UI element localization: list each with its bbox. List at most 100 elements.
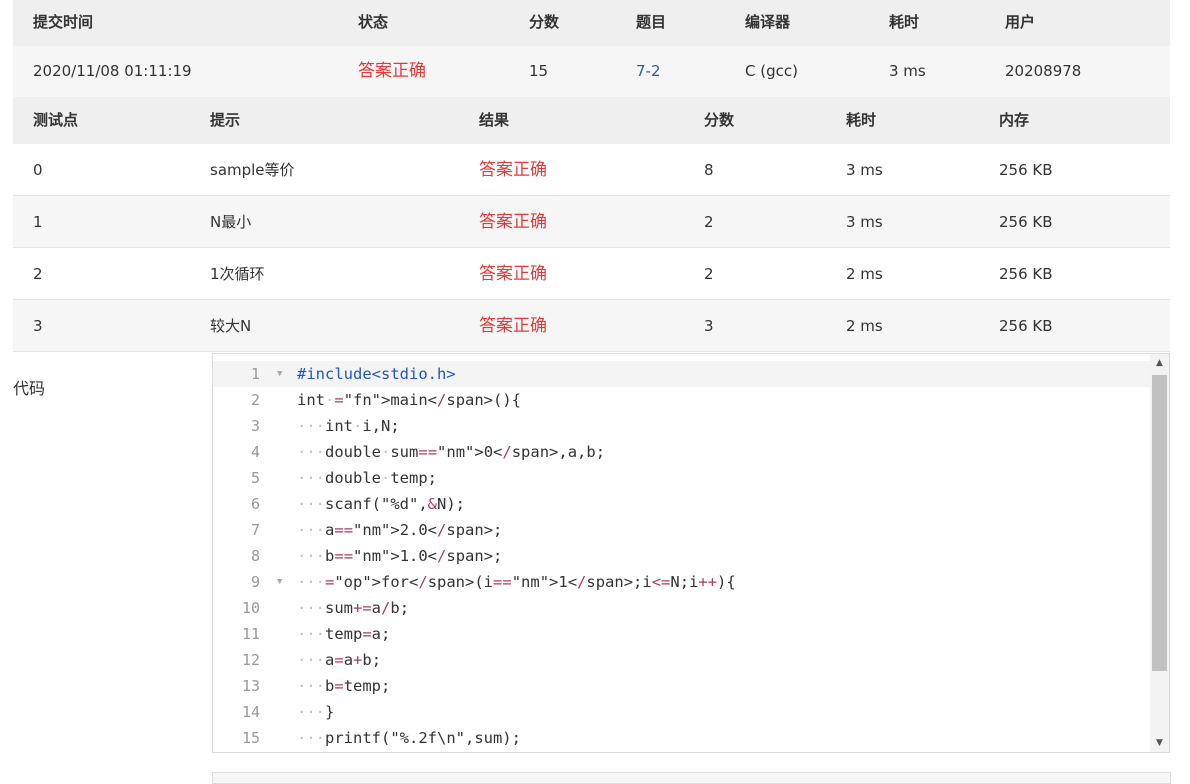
header-status: 状态 — [358, 13, 389, 31]
header-score: 分数 — [529, 13, 560, 31]
line-number: 14 — [241, 703, 260, 721]
header-result: 结果 — [479, 111, 510, 129]
code-text: ···temp=a; — [297, 625, 391, 643]
line-number: 1 — [250, 365, 260, 383]
line-number: 9 — [250, 573, 260, 591]
line-number: 12 — [241, 651, 260, 669]
line-number: 13 — [241, 677, 260, 695]
header-problem: 题目 — [636, 13, 667, 31]
code-line[interactable]: 2 int·="fn">main</span>(){ — [213, 387, 1150, 413]
code-text: ···double·temp; — [297, 469, 438, 487]
line-number: 10 — [241, 599, 260, 617]
header-compiler: 编译器 — [745, 13, 791, 31]
test-id: 3 — [33, 317, 43, 335]
test-result: 答案正确 — [479, 212, 547, 232]
test-hint: 1次循环 — [210, 265, 265, 283]
test-time: 3 ms — [846, 161, 883, 179]
header-hint: 提示 — [210, 111, 241, 129]
code-label: 代码 — [13, 379, 46, 398]
test-score: 2 — [704, 213, 714, 231]
line-number: 15 — [241, 729, 260, 747]
code-line[interactable]: 11 ···temp=a; — [213, 621, 1150, 647]
table-row: 3 较大N 答案正确 3 2 ms 256 KB — [13, 300, 1170, 352]
code-line[interactable]: 3 ···int·i,N; — [213, 413, 1150, 439]
code-text: int·="fn">main</span>(){ — [297, 391, 522, 409]
code-text: ···} — [297, 703, 335, 721]
code-text: ···int·i,N; — [297, 417, 400, 435]
line-number: 2 — [250, 391, 260, 409]
code-line[interactable]: 5 ···double·temp; — [213, 465, 1150, 491]
submission-header-row: 提交时间 状态 分数 题目 编译器 耗时 用户 — [13, 0, 1170, 47]
test-score: 3 — [704, 317, 714, 335]
line-number: 6 — [250, 495, 260, 513]
code-text: ···b=="nm">1.0</span>; — [297, 547, 503, 565]
line-number: 7 — [250, 521, 260, 539]
header-user: 用户 — [1005, 13, 1036, 31]
fold-arrow-icon[interactable]: ▼ — [277, 361, 282, 387]
code-line[interactable]: 14 ···} — [213, 699, 1150, 725]
submit-time: 2020/11/08 01:11:19 — [33, 62, 192, 80]
header-memory: 内存 — [999, 111, 1030, 129]
test-hint: sample等价 — [210, 161, 295, 179]
code-line[interactable]: 4 ···double·sum=="nm">0</span>,a,b; — [213, 439, 1150, 465]
test-time: 2 ms — [846, 317, 883, 335]
code-text: ···sum+=a/b; — [297, 599, 410, 617]
next-panel-edge — [212, 772, 1171, 784]
header-test-time: 耗时 — [846, 111, 877, 129]
submission-row: 2020/11/08 01:11:19 答案正确 15 7-2 C (gcc) … — [13, 46, 1170, 98]
table-row: 2 1次循环 答案正确 2 2 ms 256 KB — [13, 248, 1170, 300]
code-line[interactable]: 15 ···printf("%.2f\n",sum); — [213, 725, 1150, 751]
line-number: 3 — [250, 417, 260, 435]
line-number: 11 — [241, 625, 260, 643]
test-time: 2 ms — [846, 265, 883, 283]
test-memory: 256 KB — [999, 213, 1053, 231]
code-text: #include<stdio.h> — [297, 365, 456, 383]
test-score: 2 — [704, 265, 714, 283]
line-number: 5 — [250, 469, 260, 487]
table-row: 0 sample等价 答案正确 8 3 ms 256 KB — [13, 144, 1170, 196]
fold-arrow-icon[interactable]: ▼ — [277, 569, 282, 595]
status-badge: 答案正确 — [358, 61, 426, 81]
test-memory: 256 KB — [999, 265, 1053, 283]
code-line[interactable]: 12 ···a=a+b; — [213, 647, 1150, 673]
score: 15 — [529, 62, 549, 80]
test-result: 答案正确 — [479, 264, 547, 284]
scroll-down-icon[interactable]: ▼ — [1150, 738, 1169, 748]
scroll-up-icon[interactable]: ▲ — [1150, 358, 1169, 368]
code-line[interactable]: 13 ···b=temp; — [213, 673, 1150, 699]
test-result: 答案正确 — [479, 316, 547, 336]
test-result: 答案正确 — [479, 160, 547, 180]
code-editor[interactable]: 1 ▼ #include<stdio.h> 2 int·="fn">main</span… — [212, 353, 1170, 753]
code-text: ···a=a+b; — [297, 651, 382, 669]
code-line[interactable]: 7 ···a=="nm">2.0</span>; — [213, 517, 1150, 543]
user-id: 20208978 — [1005, 62, 1082, 80]
test-memory: 256 KB — [999, 161, 1053, 179]
code-line[interactable]: 6 ···scanf("%d",&N); — [213, 491, 1150, 517]
header-submit-time: 提交时间 — [33, 13, 94, 31]
code-line[interactable]: 8 ···b=="nm">1.0</span>; — [213, 543, 1150, 569]
code-line[interactable]: 1 ▼ #include<stdio.h> — [213, 361, 1150, 387]
code-text: ···a=="nm">2.0</span>; — [297, 521, 503, 539]
test-score: 8 — [704, 161, 714, 179]
test-id: 1 — [33, 213, 43, 231]
problem-link[interactable]: 7-2 — [636, 46, 661, 96]
elapsed: 3 ms — [889, 62, 926, 80]
scrollbar-thumb[interactable] — [1152, 375, 1167, 671]
code-text: ···printf("%.2f\n",sum); — [297, 729, 521, 747]
test-hint: 较大N — [210, 317, 252, 335]
code-text: ···b=temp; — [297, 677, 391, 695]
header-elapsed: 耗时 — [889, 13, 920, 31]
code-line[interactable]: 9 ▼ ···="op">for</span>(i=="nm">1</span>;i… — [213, 569, 1150, 595]
code-text: ···double·sum=="nm">0</span>,a,b; — [297, 443, 606, 461]
code-text: ···="op">for</span>(i=="nm">1</span>;i<=… — [297, 573, 736, 591]
editor-scrollbar[interactable]: ▲ ▼ — [1150, 354, 1169, 752]
table-row: 1 N最小 答案正确 2 3 ms 256 KB — [13, 196, 1170, 248]
header-test-score: 分数 — [704, 111, 735, 129]
line-number: 4 — [250, 443, 260, 461]
compiler: C (gcc) — [745, 62, 798, 80]
test-id: 2 — [33, 265, 43, 283]
test-time: 3 ms — [846, 213, 883, 231]
code-line[interactable]: 10 ···sum+=a/b; — [213, 595, 1150, 621]
test-id: 0 — [33, 161, 43, 179]
header-test-id: 测试点 — [33, 111, 79, 129]
